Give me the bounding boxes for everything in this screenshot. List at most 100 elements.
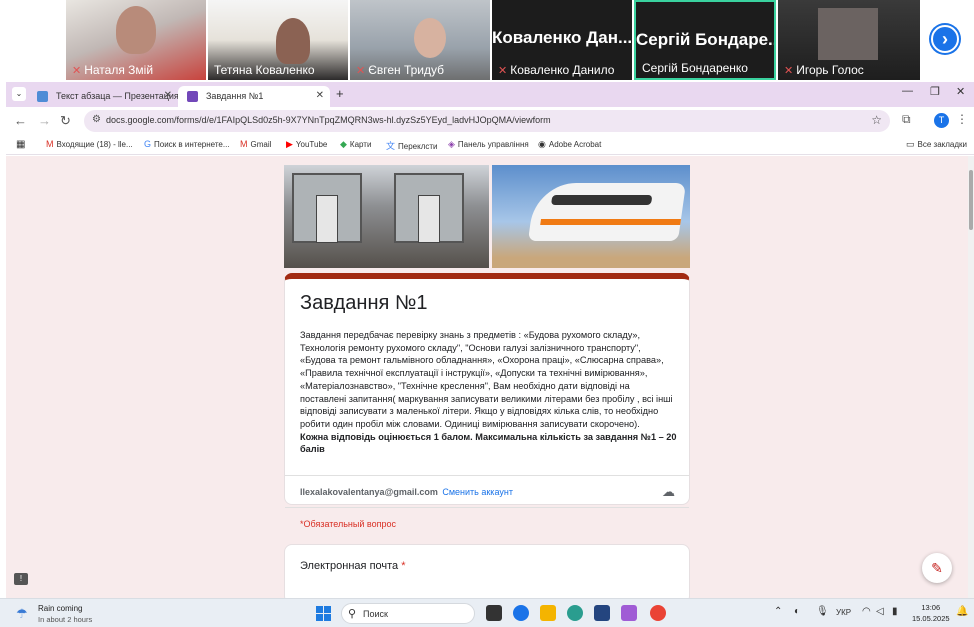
participant-tile[interactable]: ✕ Наталя Змій: [66, 0, 206, 80]
paint-icon[interactable]: [621, 605, 637, 621]
taskbar: ☂ Rain coming In about 2 hours ⚲ Поиск ⌃…: [0, 598, 974, 627]
switch-account-link[interactable]: Сменить аккаунт: [442, 487, 513, 497]
wifi-icon[interactable]: ◠: [862, 606, 871, 617]
back-icon[interactable]: ←: [14, 113, 27, 128]
site-info-icon[interactable]: ⚙: [92, 114, 101, 125]
form-title: Завдання №1: [300, 292, 428, 314]
mic-off-icon: ✕: [784, 65, 794, 77]
participant-tile[interactable]: ✕ Игорь Голос: [778, 0, 920, 80]
participant-tile[interactable]: Тетяна Коваленко: [208, 0, 348, 80]
language-indicator[interactable]: УКР: [836, 608, 851, 617]
tab-search-icon[interactable]: ⌄: [12, 87, 26, 101]
start-tile: [316, 606, 323, 613]
store-icon[interactable]: [594, 605, 610, 621]
address-bar[interactable]: ⚙ docs.google.com/forms/d/e/1FAIpQLSd0z5…: [84, 110, 890, 132]
mic-off-icon: ✕: [356, 65, 366, 77]
gmail-icon: M: [240, 139, 248, 149]
chevron-right-icon[interactable]: ›: [931, 25, 959, 53]
form-description: Завдання передбачає перевірку знань з пр…: [300, 329, 678, 456]
rain-icon: ☂: [16, 606, 28, 621]
zoom-app-icon[interactable]: [513, 605, 529, 621]
required-star: *: [401, 560, 406, 572]
participant-face: [116, 6, 156, 54]
taskbar-search[interactable]: ⚲ Поиск: [341, 603, 475, 624]
slides-favicon-icon: [37, 91, 48, 102]
bookmark-label: Поиск в интернете...: [154, 140, 230, 149]
account-email: llexalakovalentanya@gmail.com: [300, 487, 438, 497]
close-tab-icon[interactable]: ✕: [164, 90, 172, 101]
participant-face: [276, 18, 310, 64]
browser-tabbar: ⌄ Текст абзаца — Презентация ✕ Завдання …: [6, 82, 974, 107]
bookmark-item[interactable]: ▶ YouTube: [286, 139, 327, 150]
forward-icon[interactable]: →: [38, 113, 51, 128]
page-scrollbar[interactable]: [968, 156, 974, 598]
restore-icon[interactable]: ❐: [930, 85, 940, 98]
apps-grid-icon[interactable]: ▦: [16, 139, 25, 150]
bookmark-item[interactable]: ◉ Adobe Acrobat: [538, 139, 601, 150]
profile-avatar[interactable]: T: [934, 113, 949, 128]
participant-name: ✕ Игорь Голос: [784, 63, 864, 77]
chrome-icon[interactable]: [650, 605, 666, 621]
participant-tile[interactable]: ✕ Євген Тридуб: [350, 0, 490, 80]
participant-name: ✕ Євген Тридуб: [356, 63, 445, 77]
gmail-icon: M: [46, 139, 54, 149]
required-note: *Обязательный вопрос: [300, 519, 396, 529]
maps-icon: ◆: [340, 139, 347, 149]
bookmark-star-icon[interactable]: ☆: [871, 113, 882, 127]
notification-bell-icon[interactable]: 🔔: [956, 606, 968, 617]
scrollbar-thumb[interactable]: [969, 170, 973, 230]
bookmark-item[interactable]: 文 Переклсти: [386, 139, 438, 152]
file-explorer-icon[interactable]: [540, 605, 556, 621]
start-tile: [324, 606, 331, 613]
participant-name: Сергій Бондаренко: [642, 61, 748, 75]
extensions-icon[interactable]: ⧉: [902, 112, 911, 127]
bookmark-label: Карти: [349, 140, 372, 149]
reload-icon[interactable]: ↻: [60, 113, 71, 129]
bookmark-item[interactable]: M Gmail: [240, 139, 271, 149]
url-text: docs.google.com/forms/d/e/1FAIpQLSd0z5h-…: [106, 115, 551, 125]
microphone-icon[interactable]: 🎙: [816, 606, 829, 617]
volume-icon[interactable]: ◁: [876, 606, 884, 617]
edit-pencil-icon[interactable]: ✎: [922, 553, 952, 583]
edge-browser-icon[interactable]: [567, 605, 583, 621]
form-header-card: Завдання №1 Завдання передбачає перевірк…: [284, 273, 690, 529]
tab-presentation[interactable]: Текст абзаца — Презентация ✕: [28, 86, 179, 107]
bookmark-item[interactable]: ◆ Карти: [340, 139, 371, 150]
cloud-save-icon: ☁: [662, 484, 675, 499]
windows-start-icon[interactable]: [316, 606, 331, 621]
participant-video: [818, 8, 878, 60]
weather-title: Rain coming: [38, 604, 83, 613]
tab-forms[interactable]: Завдання №1 ✕: [178, 86, 330, 107]
minimize-icon[interactable]: —: [902, 85, 913, 97]
search-icon: ⚲: [348, 608, 357, 620]
menu-dots-icon[interactable]: ⋮: [956, 112, 968, 126]
all-bookmarks[interactable]: ▭ Все закладки: [906, 139, 967, 150]
clock-date: 15.05.2025: [912, 614, 950, 623]
feedback-icon[interactable]: !: [14, 573, 28, 585]
tray-app-icon[interactable]: ◐: [794, 606, 800, 617]
question-label: Электронная почта *: [300, 560, 406, 572]
new-tab-button[interactable]: +: [336, 86, 344, 101]
youtube-icon: ▶: [286, 139, 293, 149]
bookmark-label: Adobe Acrobat: [548, 140, 602, 149]
bookmark-item[interactable]: ◈ Панель управління: [448, 139, 529, 150]
participant-tile[interactable]: Коваленко Дан... ✕ Коваленко Данило: [492, 0, 632, 80]
bookmark-item[interactable]: M Входящие (18) - lle...: [46, 139, 133, 149]
system-clock[interactable]: 13:06 15.05.2025: [912, 602, 950, 624]
battery-icon[interactable]: ▮: [892, 606, 898, 617]
header-image: [284, 165, 690, 268]
train-window: [550, 195, 653, 205]
tab-label: Завдання №1: [206, 91, 264, 101]
description-text: Завдання передбачає перевірку знань з пр…: [300, 330, 673, 429]
wagon-shape: [292, 173, 362, 243]
close-tab-icon[interactable]: ✕: [316, 90, 324, 101]
close-window-icon[interactable]: ✕: [956, 85, 965, 98]
task-view-icon[interactable]: [486, 605, 502, 621]
train-photo: [492, 165, 690, 268]
tray-chevron-icon[interactable]: ⌃: [774, 606, 782, 617]
all-bookmarks-label: Все закладки: [917, 140, 967, 149]
bookmark-item[interactable]: G Поиск в интернете...: [144, 139, 230, 149]
participant-tile-active[interactable]: Сергій Бондаре... Сергій Бондаренко: [634, 0, 776, 80]
translate-icon: 文: [386, 141, 396, 151]
divider: [285, 475, 689, 476]
